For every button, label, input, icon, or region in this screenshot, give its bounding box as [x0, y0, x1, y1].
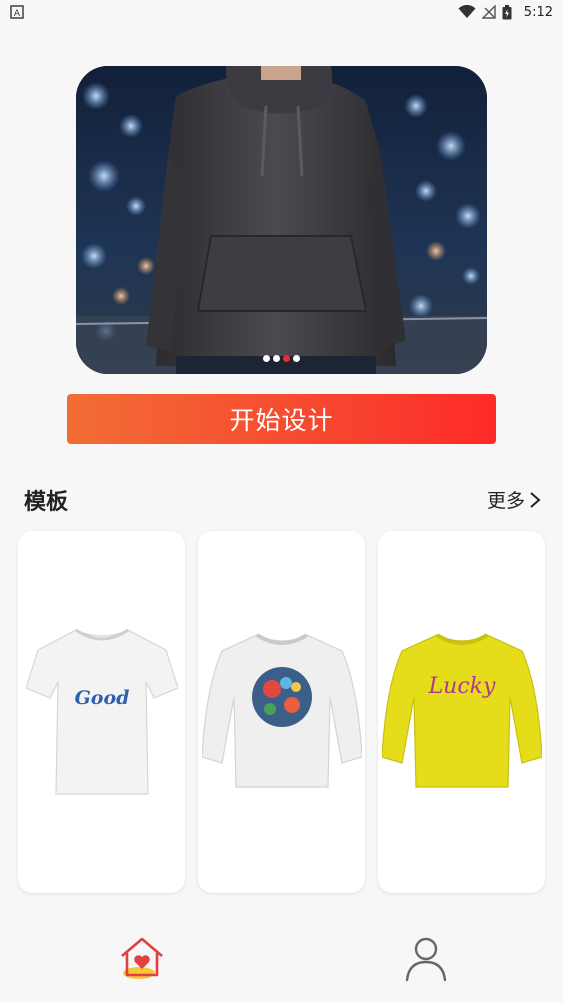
- tab-profile[interactable]: [398, 930, 454, 986]
- carousel-dot-1[interactable]: [263, 355, 270, 362]
- wifi-icon: [458, 5, 476, 18]
- yellow-sweatshirt-image: Lucky: [381, 633, 542, 788]
- carousel-dot-2[interactable]: [273, 355, 280, 362]
- template-list: Good Lucky: [18, 531, 545, 893]
- notification-a-icon: A: [10, 5, 24, 19]
- battery-icon: [502, 4, 512, 19]
- tshirt-print-text: Good: [74, 687, 129, 709]
- status-bar: A 5:12: [0, 0, 563, 24]
- template-card-floral-sweatshirt[interactable]: [198, 531, 365, 893]
- home-heart-icon: [121, 937, 163, 979]
- tab-home[interactable]: [114, 930, 170, 986]
- bottom-tab-bar: [0, 920, 563, 1002]
- sweatshirt-print-text: Lucky: [427, 674, 495, 699]
- carousel-dot-3[interactable]: [283, 355, 290, 362]
- start-design-button[interactable]: 开始设计: [67, 394, 496, 444]
- more-templates-link[interactable]: 更多: [487, 486, 541, 513]
- template-card-good-tshirt[interactable]: Good: [18, 531, 185, 893]
- status-right: 5:12: [458, 4, 553, 20]
- user-icon: [405, 937, 447, 982]
- carousel-indicators: [76, 355, 487, 362]
- template-card-lucky-sweatshirt[interactable]: Lucky: [378, 531, 545, 893]
- svg-text:A: A: [14, 9, 21, 19]
- banner-image: [76, 66, 487, 374]
- banner-carousel[interactable]: [76, 66, 487, 374]
- carousel-dot-4[interactable]: [293, 355, 300, 362]
- status-left: A: [10, 5, 24, 19]
- more-label: 更多: [486, 490, 525, 512]
- white-tshirt-image: Good: [25, 628, 178, 795]
- status-time: 5:12: [523, 4, 553, 20]
- signal-icon: [481, 5, 496, 19]
- white-sweatshirt-image: [201, 633, 362, 788]
- chevron-right-icon: [530, 491, 541, 508]
- templates-title: 模板: [24, 490, 69, 515]
